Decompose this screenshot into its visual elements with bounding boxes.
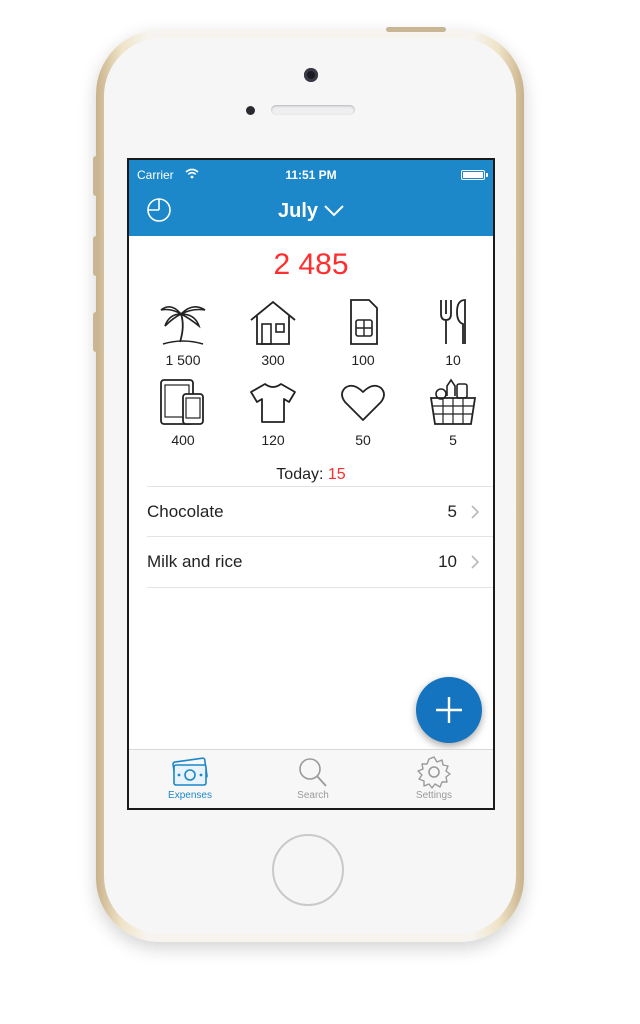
category-amount: 120 [261,432,285,448]
category-amount: 100 [351,352,375,368]
expense-name: Chocolate [147,502,224,521]
t-shirt-icon [250,383,296,423]
month-selector[interactable]: July [129,200,493,223]
expense-row[interactable]: Chocolate 5 [147,486,493,537]
category-vacation[interactable]: 1 500 [143,296,223,368]
plus-icon [436,697,462,723]
tab-label: Expenses [168,790,212,801]
tablet-phone-icon [160,379,204,425]
status-bar: Carrier 11:51 PM [129,166,493,184]
app-screen: Carrier 11:51 PM July 2 485 1 500 300 10… [127,158,495,810]
chevron-right-icon [471,554,480,574]
house-icon [250,300,296,345]
gear-icon [417,756,451,789]
fork-knife-icon [440,299,466,344]
proximity-sensor [246,106,255,115]
expense-amount: 5 [447,502,457,521]
mute-switch [93,156,99,196]
tab-label: Search [297,790,329,801]
category-health[interactable]: 50 [323,376,403,448]
tab-bar: Expenses Search Settings [129,749,493,808]
expense-amount: 10 [438,552,457,571]
front-camera [304,68,318,82]
category-amount: 5 [449,432,457,448]
today-label: Today: [276,466,324,483]
earpiece-speaker [271,105,355,115]
money-icon [172,757,208,786]
volume-up-button [93,236,99,276]
search-icon [299,758,327,787]
palm-tree-icon [160,306,206,345]
tab-settings[interactable]: Settings [373,754,493,801]
today-amount: 15 [327,466,346,483]
home-button[interactable] [272,834,344,906]
battery-icon [461,170,488,180]
chevron-down-icon [324,200,344,223]
category-housing[interactable]: 300 [233,296,313,368]
category-electronics[interactable]: 400 [143,376,223,448]
tab-label: Settings [415,790,453,801]
category-mobile[interactable]: 100 [323,296,403,368]
expense-row[interactable]: Milk and rice 10 [147,536,493,588]
category-amount: 50 [355,432,371,448]
power-button [386,27,446,32]
category-groceries[interactable]: 5 [413,376,493,448]
volume-down-button [93,312,99,352]
tab-expenses[interactable]: Expenses [129,754,251,801]
category-amount: 10 [445,352,461,368]
month-label: July [277,200,319,222]
category-clothes[interactable]: 120 [233,376,313,448]
tab-search[interactable]: Search [252,754,374,801]
category-amount: 300 [261,352,285,368]
heart-icon [341,384,385,421]
monthly-total: 2 485 [273,248,349,281]
today-summary: Today: 15 [129,466,493,484]
sim-card-icon [350,299,378,345]
nav-header: Carrier 11:51 PM July [129,160,493,236]
grocery-basket-icon [429,378,477,425]
category-amount: 400 [171,432,195,448]
category-food[interactable]: 10 [413,296,493,368]
expense-name: Milk and rice [147,552,243,571]
clock: 11:51 PM [285,168,337,182]
chevron-right-icon [471,504,480,524]
add-expense-button[interactable] [416,677,482,743]
category-amount: 1 500 [165,352,201,368]
